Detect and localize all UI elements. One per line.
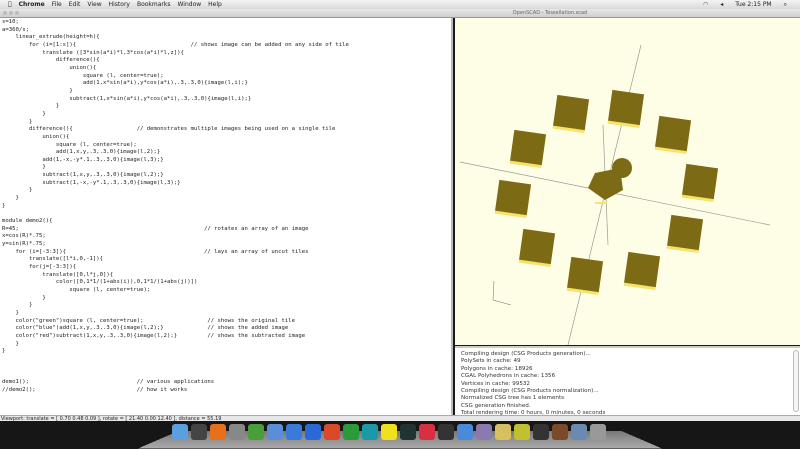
code-text[interactable]: s=10; a=360/s; linear_extrude(height=h){… — [0, 18, 451, 394]
mail-icon[interactable] — [571, 424, 587, 440]
tile — [623, 251, 661, 291]
menu-bar:  Chrome File Edit View History Bookmark… — [0, 0, 800, 9]
clock[interactable]: Tue 2:15 PM — [735, 0, 771, 9]
spotlight-icon[interactable]: ⌕ — [784, 0, 787, 9]
console-scrollbar[interactable] — [793, 350, 799, 412]
finder-icon[interactable] — [172, 424, 188, 440]
menu-edit[interactable]: Edit — [69, 0, 81, 9]
firefox-icon[interactable] — [210, 424, 226, 440]
tile — [607, 89, 645, 129]
menu-view[interactable]: View — [87, 0, 101, 9]
trash-icon[interactable] — [590, 424, 606, 440]
terminal-icon[interactable] — [438, 424, 454, 440]
console-line: Compiling design (CSG Products generatio… — [461, 351, 591, 357]
window-title: OpenSCAD - Tessellation.scad — [512, 10, 588, 16]
powerpoint-icon[interactable] — [324, 424, 340, 440]
dock — [0, 421, 800, 449]
console-line: Compiling design (CSG Products normaliza… — [461, 388, 599, 395]
inkscape-icon[interactable] — [381, 424, 397, 440]
yellow-app-icon[interactable] — [514, 424, 530, 440]
menu-help[interactable]: Help — [208, 0, 222, 9]
excel-icon[interactable] — [343, 424, 359, 440]
code-editor[interactable]: s=10; a=360/s; linear_extrude(height=h){… — [0, 18, 453, 415]
menu-app-chrome[interactable]: Chrome — [19, 0, 45, 9]
apple-menu[interactable]:  — [8, 0, 12, 9]
tile — [494, 179, 532, 219]
menu-file[interactable]: File — [52, 0, 62, 9]
safari-icon[interactable] — [267, 424, 283, 440]
chrome-icon[interactable] — [248, 424, 264, 440]
word-icon[interactable] — [305, 424, 321, 440]
xcode-icon[interactable] — [457, 424, 473, 440]
preview-icon[interactable] — [476, 424, 492, 440]
menu-bookmarks[interactable]: Bookmarks — [137, 0, 171, 9]
axes-indicator — [492, 280, 512, 306]
itunes-icon[interactable] — [286, 424, 302, 440]
center-tile — [588, 158, 632, 204]
tile — [566, 256, 604, 296]
console-line: CSG generation finished. — [461, 402, 531, 409]
console-output[interactable]: Compiling design (CSG Products generatio… — [455, 346, 800, 416]
wifi-icon[interactable]: ◠ — [703, 0, 708, 9]
menu-history[interactable]: History — [109, 0, 130, 9]
coffee-icon[interactable] — [495, 424, 511, 440]
render-view[interactable] — [455, 18, 800, 345]
tile — [681, 163, 719, 203]
console-line: CGAL Polyhedrons in cache: 1356 — [461, 373, 556, 380]
console-line: Polygons in cache: 18926 — [461, 365, 533, 372]
tile — [552, 94, 590, 134]
tile — [654, 115, 692, 155]
arduino-icon[interactable] — [362, 424, 378, 440]
tile — [518, 228, 556, 268]
tile — [509, 129, 547, 169]
openscad-icon[interactable] — [533, 424, 549, 440]
tile — [666, 214, 704, 254]
volume-icon[interactable]: ◂ — [720, 0, 723, 9]
menu-window[interactable]: Window — [178, 0, 202, 9]
console-line: Vertices in cache: 99532 — [461, 380, 530, 387]
dashboard-icon[interactable] — [191, 424, 207, 440]
console-line: Normalized CSG tree has 1 elements — [461, 395, 565, 402]
flipboard-icon[interactable] — [419, 424, 435, 440]
window-titlebar: OpenSCAD - Tessellation.scad — [0, 9, 800, 18]
console-line: PolySets in cache: 49 — [461, 358, 521, 365]
imovie-icon[interactable] — [229, 424, 245, 440]
3d-viewport[interactable] — [455, 18, 800, 345]
p-app-icon[interactable] — [400, 424, 416, 440]
gimp-icon[interactable] — [552, 424, 568, 440]
